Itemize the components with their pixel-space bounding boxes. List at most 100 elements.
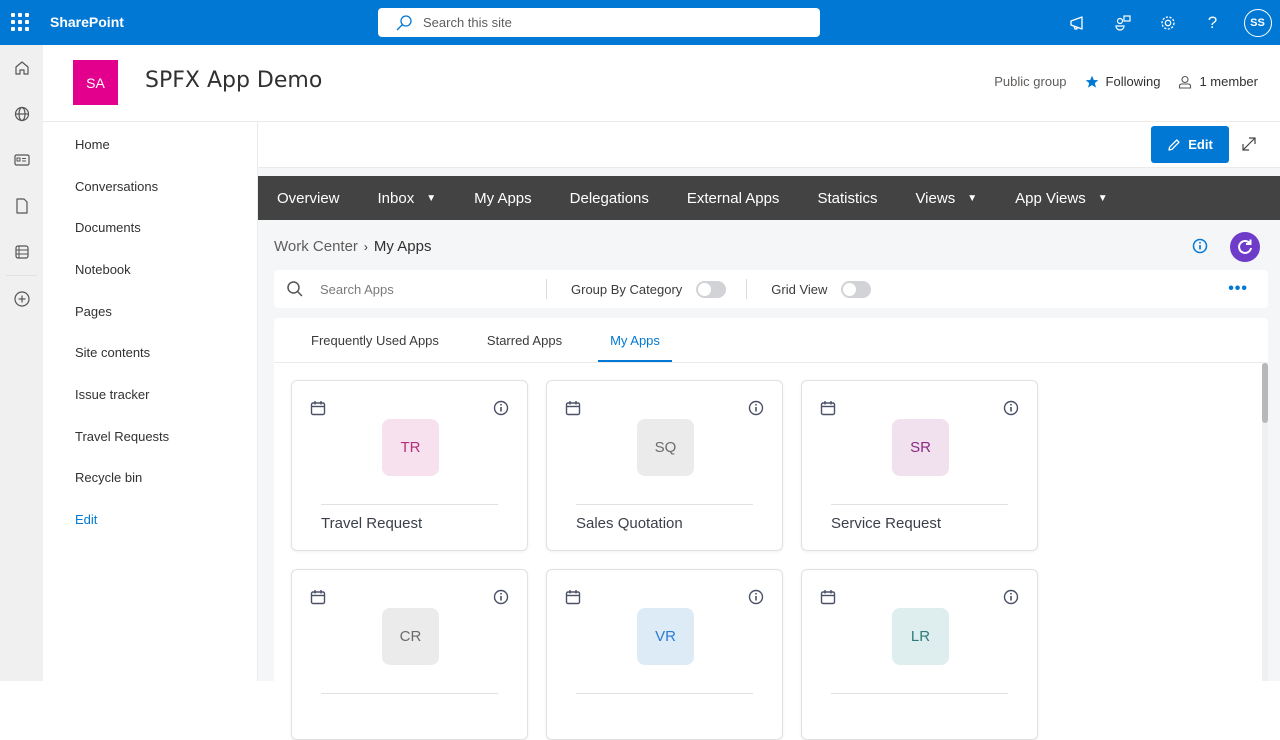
app-info-icon[interactable] bbox=[1003, 400, 1019, 416]
grid-view-toggle[interactable] bbox=[841, 280, 872, 298]
group-by-category-toggle[interactable] bbox=[696, 280, 727, 298]
rail-news-icon[interactable] bbox=[0, 137, 43, 183]
nav-item-site-contents[interactable]: Site contents bbox=[75, 345, 150, 360]
refresh-button[interactable] bbox=[1230, 232, 1260, 262]
app-card[interactable]: TR Travel Request bbox=[291, 380, 528, 551]
calendar-icon bbox=[565, 589, 581, 605]
app-nav-statistics[interactable]: Statistics bbox=[798, 176, 896, 220]
rail-home-icon[interactable] bbox=[0, 45, 43, 91]
nav-edit-link[interactable]: Edit bbox=[75, 512, 97, 527]
rail-list-icon[interactable] bbox=[0, 229, 43, 275]
app-name: Travel Request bbox=[321, 515, 423, 532]
card-divider bbox=[576, 693, 753, 694]
app-nav-my-apps[interactable]: My Apps bbox=[455, 176, 551, 220]
app-initials-badge: TR bbox=[382, 419, 439, 476]
calendar-icon bbox=[310, 400, 326, 416]
search-apps-icon bbox=[287, 281, 303, 297]
nav-item-recycle-bin[interactable]: Recycle bin bbox=[75, 470, 142, 485]
apps-tabs: Frequently Used Apps Starred Apps My App… bbox=[274, 318, 1268, 363]
rail-globe-icon[interactable] bbox=[0, 91, 43, 137]
app-nav-views[interactable]: Views ▼ bbox=[896, 176, 996, 220]
work-center-app: Overview Inbox ▼ My Apps Delegations External… bbox=[258, 168, 1280, 740]
person-icon bbox=[1179, 75, 1192, 89]
nav-item-home[interactable]: Home bbox=[75, 137, 110, 152]
app-card[interactable]: SQ Sales Quotation bbox=[546, 380, 783, 551]
tab-my-apps[interactable]: My Apps bbox=[598, 333, 672, 362]
app-nav-overview[interactable]: Overview bbox=[258, 176, 359, 220]
nav-item-travel-requests[interactable]: Travel Requests bbox=[75, 429, 169, 444]
app-info-icon[interactable] bbox=[493, 589, 509, 605]
scrollbar-thumb[interactable] bbox=[1262, 363, 1268, 423]
nav-item-pages[interactable]: Pages bbox=[75, 304, 112, 319]
group-by-category-label: Group By Category bbox=[571, 281, 683, 297]
site-title[interactable]: SPFX App Demo bbox=[145, 68, 322, 93]
caret-down-icon: ▼ bbox=[967, 192, 978, 204]
app-nav-label: Statistics bbox=[817, 189, 878, 207]
app-name: Sales Quotation bbox=[576, 515, 683, 532]
app-nav-label: Inbox bbox=[377, 189, 415, 207]
app-launcher-icon[interactable] bbox=[10, 12, 30, 32]
app-info-icon[interactable] bbox=[748, 400, 764, 416]
edit-page-button[interactable]: Edit bbox=[1151, 126, 1229, 163]
expand-icon[interactable] bbox=[1238, 133, 1260, 155]
apps-toolbar: Group By Category Grid View ••• bbox=[274, 270, 1268, 308]
breadcrumb: Work Center › My Apps bbox=[274, 238, 431, 255]
app-cards-grid: TR Travel Request SQ Sales Quotation SR Servi… bbox=[291, 380, 1038, 740]
nav-item-documents[interactable]: Documents bbox=[75, 220, 141, 235]
rail-create-icon[interactable] bbox=[0, 276, 43, 322]
app-nav-label: External Apps bbox=[686, 189, 780, 207]
megaphone-icon[interactable] bbox=[1055, 0, 1100, 45]
members-button[interactable]: 1 member bbox=[1178, 74, 1258, 89]
edit-page-label: Edit bbox=[1188, 137, 1213, 152]
app-info-icon[interactable] bbox=[748, 589, 764, 605]
nav-item-conversations[interactable]: Conversations bbox=[75, 179, 158, 194]
rail-file-icon[interactable] bbox=[0, 183, 43, 229]
breadcrumb-separator: › bbox=[363, 239, 368, 254]
card-divider bbox=[321, 504, 498, 505]
tab-starred-apps[interactable]: Starred Apps bbox=[475, 333, 574, 362]
nav-item-issue-tracker[interactable]: Issue tracker bbox=[75, 387, 149, 402]
app-initials-badge: SR bbox=[892, 419, 949, 476]
apps-scrollbar[interactable] bbox=[1262, 362, 1268, 681]
brand-label[interactable]: SharePoint bbox=[50, 14, 124, 30]
search-apps-input[interactable] bbox=[320, 281, 520, 297]
star-icon bbox=[1085, 75, 1098, 88]
app-nav-inbox[interactable]: Inbox ▼ bbox=[359, 176, 456, 220]
more-options-icon[interactable]: ••• bbox=[1228, 280, 1248, 298]
user-avatar[interactable]: SS bbox=[1235, 0, 1280, 45]
site-search-box[interactable]: Search this site bbox=[378, 8, 820, 37]
app-nav-delegations[interactable]: Delegations bbox=[551, 176, 668, 220]
app-initials-badge: LR bbox=[892, 608, 949, 665]
app-card[interactable]: CR bbox=[291, 569, 528, 740]
app-card[interactable]: LR bbox=[801, 569, 1038, 740]
nav-item-notebook[interactable]: Notebook bbox=[75, 262, 131, 277]
app-nav-app-views[interactable]: App Views ▼ bbox=[996, 176, 1127, 220]
app-initials-badge: CR bbox=[382, 608, 439, 665]
search-icon bbox=[396, 14, 412, 30]
card-divider bbox=[576, 504, 753, 505]
caret-down-icon: ▼ bbox=[426, 192, 437, 204]
help-icon[interactable]: ? bbox=[1190, 0, 1235, 45]
app-card[interactable]: VR bbox=[546, 569, 783, 740]
app-info-icon[interactable] bbox=[1003, 589, 1019, 605]
app-top-nav: Overview Inbox ▼ My Apps Delegations External… bbox=[258, 176, 1280, 220]
breadcrumb-root[interactable]: Work Center bbox=[274, 238, 358, 255]
calendar-icon bbox=[820, 589, 836, 605]
toolbar-divider bbox=[546, 279, 547, 299]
tab-frequently-used-apps[interactable]: Frequently Used Apps bbox=[299, 333, 451, 362]
settings-gear-icon[interactable] bbox=[1145, 0, 1190, 45]
app-card[interactable]: SR Service Request bbox=[801, 380, 1038, 551]
caret-down-icon: ▼ bbox=[1097, 192, 1108, 204]
toolbar-divider bbox=[746, 279, 748, 299]
app-initials-badge: SQ bbox=[637, 419, 694, 476]
card-divider bbox=[831, 504, 1008, 505]
app-info-icon[interactable] bbox=[493, 400, 509, 416]
following-button[interactable]: Following bbox=[1085, 74, 1160, 89]
site-logo[interactable]: SA bbox=[73, 60, 118, 105]
app-nav-external-apps[interactable]: External Apps bbox=[668, 176, 799, 220]
app-initials-badge: VR bbox=[637, 608, 694, 665]
info-icon[interactable] bbox=[1192, 238, 1208, 254]
app-name: Service Request bbox=[831, 515, 942, 532]
teams-chat-icon[interactable] bbox=[1100, 0, 1145, 45]
grid-view-label: Grid View bbox=[771, 281, 828, 297]
